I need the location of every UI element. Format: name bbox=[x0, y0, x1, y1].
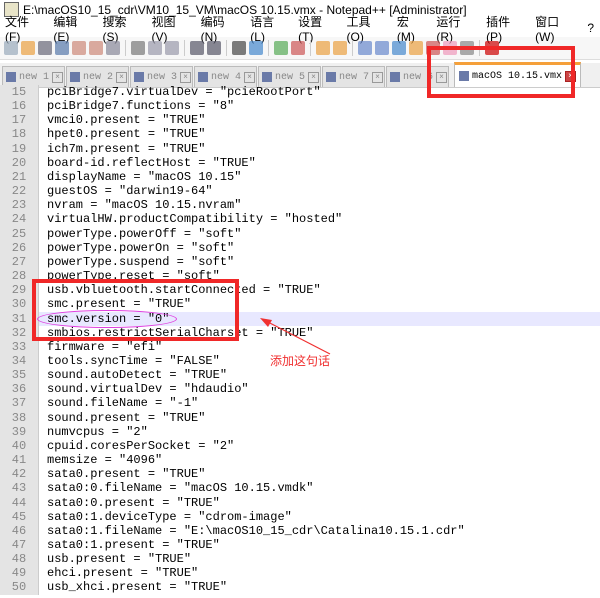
annotation-text: 添加这句话 bbox=[270, 354, 331, 368]
arrow-head bbox=[260, 318, 272, 327]
arrow-annotation bbox=[260, 318, 331, 355]
arrow-line bbox=[263, 319, 331, 355]
